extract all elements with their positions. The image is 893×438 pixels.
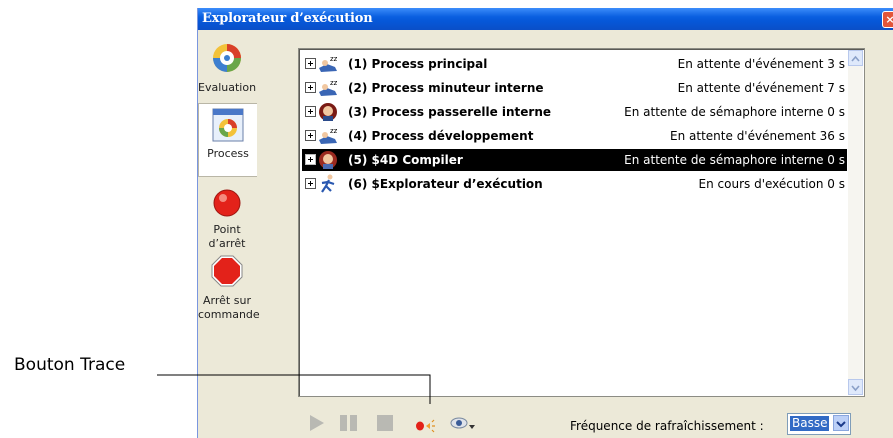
callout-leader-line xyxy=(157,374,431,404)
